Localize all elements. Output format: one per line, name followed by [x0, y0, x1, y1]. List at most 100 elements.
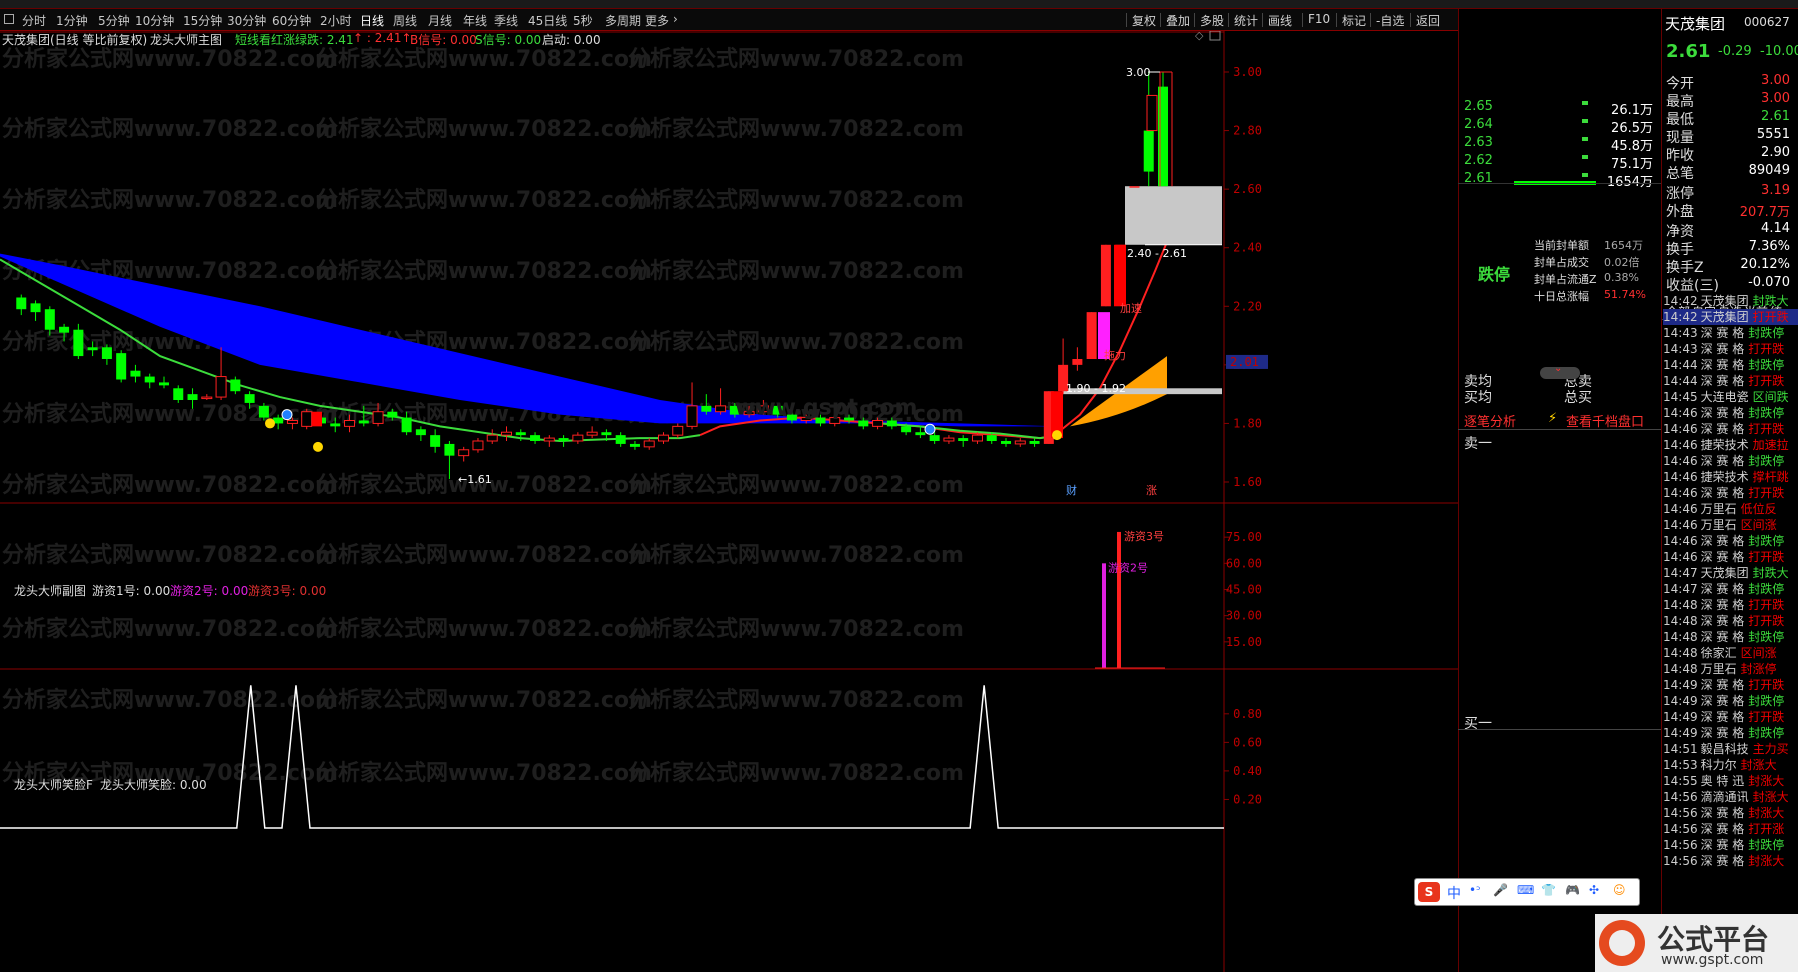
ten-level-link[interactable]: 查看千档盘口: [1566, 411, 1644, 430]
tick-row[interactable]: 14:46 捷荣技术 撑杆跳: [1663, 469, 1798, 485]
tick-row[interactable]: 14:46 深 赛 格打开跌: [1663, 485, 1798, 501]
period-tab[interactable]: 30分钟: [227, 12, 266, 29]
tick-row[interactable]: 14:56 深 赛 格封跌停: [1663, 837, 1798, 853]
tick-row[interactable]: 14:53 科力尔 封涨大: [1663, 757, 1798, 773]
tick-row[interactable]: 14:48 万里石 封涨停: [1663, 661, 1798, 677]
period-tab[interactable]: 5分钟: [98, 12, 130, 29]
period-tab[interactable]: 更多: [645, 12, 669, 29]
tick-row[interactable]: 14:56 深 赛 格打开涨: [1663, 821, 1798, 837]
punctuation-icon[interactable]: •ᵓ: [1469, 883, 1481, 897]
period-tab[interactable]: 45日线: [528, 12, 567, 29]
tick-row[interactable]: 14:45 大连电瓷 区间跌: [1663, 389, 1798, 405]
tick-row[interactable]: 14:48 深 赛 格打开跌: [1663, 597, 1798, 613]
tick-time: 14:56: [1663, 838, 1698, 852]
tick-row[interactable]: 14:46 捷荣技术 加速拉: [1663, 437, 1798, 453]
toolbar-button[interactable]: 统计: [1234, 12, 1258, 29]
tick-row[interactable]: 14:46 深 赛 格封跌停: [1663, 405, 1798, 421]
tick-row[interactable]: 14:43 深 赛 格打开跌: [1663, 341, 1798, 357]
tick-row[interactable]: 14:43 深 赛 格封跌停: [1663, 325, 1798, 341]
tick-row[interactable]: 14:47 天茂集团 封跌大: [1663, 565, 1798, 581]
tick-analysis-link[interactable]: 逐笔分析: [1464, 411, 1516, 430]
toolbar-button[interactable]: 返回: [1416, 12, 1440, 29]
period-tab[interactable]: 季线: [494, 12, 518, 29]
period-tab[interactable]: 2小时: [320, 12, 352, 29]
period-tab[interactable]: 月线: [428, 12, 452, 29]
ime-toolbar[interactable]: S 中 •ᵓ 🎤 ⌨ 👕 🎮 ✣ ☺: [1414, 878, 1640, 906]
tick-stock: 深 赛 格: [1700, 630, 1745, 644]
tick-signal: 封涨大: [1748, 854, 1785, 868]
tick-row[interactable]: 14:46 万里石 低位反: [1663, 501, 1798, 517]
period-tab[interactable]: 多周期: [605, 12, 641, 29]
tick-row[interactable]: 14:49 深 赛 格打开跌: [1663, 709, 1798, 725]
layout-toggle-icon[interactable]: [4, 14, 14, 24]
toolbar-button[interactable]: -自选: [1376, 12, 1404, 29]
toolbar-button[interactable]: 复权: [1132, 12, 1156, 29]
chevron-down-icon[interactable]: ⌄: [1554, 363, 1562, 374]
toolbar-button[interactable]: 画线: [1268, 12, 1292, 29]
smile-indicator-name[interactable]: 龙头大师笑脸F: [14, 776, 93, 793]
main-indicator-name[interactable]: 龙头大师主图: [150, 31, 222, 48]
sub-indicator-name[interactable]: 龙头大师副图: [14, 582, 86, 599]
tick-row[interactable]: 14:49 深 赛 格打开跌: [1663, 677, 1798, 693]
period-tab[interactable]: 60分钟: [272, 12, 311, 29]
toolbar-button[interactable]: 标记: [1342, 12, 1366, 29]
tick-row[interactable]: 14:48 深 赛 格打开跌: [1663, 613, 1798, 629]
tick-row[interactable]: 14:46 深 赛 格封跌停: [1663, 453, 1798, 469]
tick-row[interactable]: 14:44 深 赛 格封跌停: [1663, 357, 1798, 373]
tick-row[interactable]: 14:51 毅昌科技 主力买: [1663, 741, 1798, 757]
period-tab[interactable]: 年线: [463, 12, 487, 29]
game-icon[interactable]: 🎮: [1565, 883, 1580, 897]
tick-row[interactable]: 14:46 万里石 区间涨: [1663, 517, 1798, 533]
candle-body: [358, 420, 369, 424]
tick-row[interactable]: 14:46 深 赛 格打开跌: [1663, 549, 1798, 565]
stat-value: 20.12%: [1740, 257, 1790, 272]
period-tab[interactable]: 1分钟: [56, 12, 88, 29]
candle-body: [215, 376, 227, 398]
microphone-icon[interactable]: 🎤: [1493, 883, 1508, 897]
skin-icon[interactable]: 👕: [1541, 883, 1556, 897]
youzi3-label: 游资3号: [1124, 530, 1164, 543]
period-tab[interactable]: 分时: [22, 12, 46, 29]
more-chevron-icon[interactable]: ›: [673, 12, 678, 26]
ime-mode[interactable]: 中: [1447, 883, 1461, 903]
tick-time: 14:48: [1663, 630, 1698, 644]
toolbox-icon[interactable]: ✣: [1589, 883, 1599, 897]
sogou-icon[interactable]: S: [1418, 882, 1440, 902]
tick-stock: 毅昌科技: [1700, 742, 1749, 756]
tick-row[interactable]: 14:56 深 赛 格封涨大: [1663, 805, 1798, 821]
main-chart-legend: 天茂集团(日线 等比前复权) 龙头大师主图 短线看红涨绿跌: 2.41 ↑ : …: [0, 31, 1250, 47]
period-tab[interactable]: 10分钟: [135, 12, 174, 29]
tick-row[interactable]: 14:46 深 赛 格打开跌: [1663, 421, 1798, 437]
tick-row[interactable]: 14:42 天茂集团 打开跌: [1663, 309, 1798, 325]
period-tab[interactable]: 日线: [360, 12, 384, 29]
watermark-text: 分析家公式网www.70822.com: [628, 542, 964, 568]
emoji-icon[interactable]: ☺: [1613, 883, 1626, 897]
period-tab[interactable]: 5秒: [573, 12, 593, 29]
period-tab[interactable]: 周线: [393, 12, 417, 29]
tick-row[interactable]: 14:42 天茂集团 封跌大: [1663, 293, 1798, 309]
tick-row[interactable]: 14:49 深 赛 格封跌停: [1663, 693, 1798, 709]
tick-row[interactable]: 14:47 深 赛 格封跌停: [1663, 581, 1798, 597]
candle-body: [686, 405, 698, 427]
candle-body: [458, 449, 470, 457]
tick-row[interactable]: 14:48 深 赛 格封跌停: [1663, 629, 1798, 645]
keyboard-icon[interactable]: ⌨: [1517, 883, 1534, 897]
tick-signal: 打开跌: [1748, 598, 1785, 612]
sub-axis-label: 60.00: [1226, 556, 1262, 570]
tick-row[interactable]: 14:48 徐家汇 区间涨: [1663, 645, 1798, 661]
tick-row[interactable]: 14:46 深 赛 格封跌停: [1663, 533, 1798, 549]
watermark-text: 分析家公式网www.70822.com: [628, 760, 964, 786]
toolbar-button[interactable]: F10: [1308, 12, 1330, 26]
tick-row[interactable]: 14:44 深 赛 格打开跌: [1663, 373, 1798, 389]
toolbar-button[interactable]: 叠加: [1166, 12, 1190, 29]
tick-row[interactable]: 14:56 滴滴通讯 封涨大: [1663, 789, 1798, 805]
bid-price: 2.65: [1464, 99, 1493, 114]
main-axis-label: 1.80: [1233, 416, 1262, 430]
period-tab[interactable]: 15分钟: [183, 12, 222, 29]
tick-row[interactable]: 14:49 深 赛 格封跌停: [1663, 725, 1798, 741]
tick-signal: 打开跌: [1748, 550, 1785, 564]
chart-area[interactable]: 分析家公式网www.70822.com分析家公式网www.70822.com分析…: [0, 31, 1458, 972]
tick-row[interactable]: 14:55 奥 特 迅封涨大: [1663, 773, 1798, 789]
toolbar-button[interactable]: 多股: [1200, 12, 1224, 29]
tick-row[interactable]: 14:56 深 赛 格封涨大: [1663, 853, 1798, 869]
